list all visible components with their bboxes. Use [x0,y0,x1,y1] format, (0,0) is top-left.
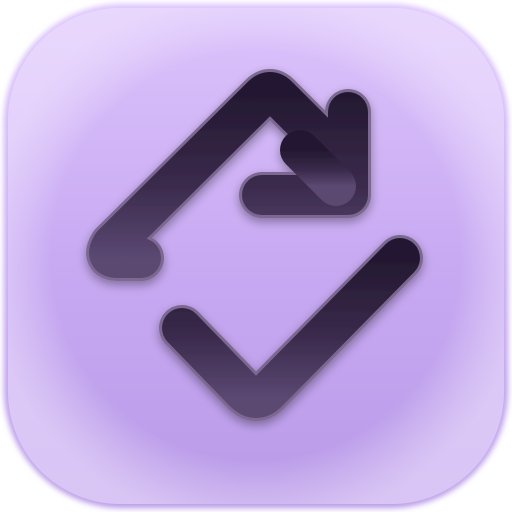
icon-canvas [0,0,512,512]
app-icon [4,4,508,508]
